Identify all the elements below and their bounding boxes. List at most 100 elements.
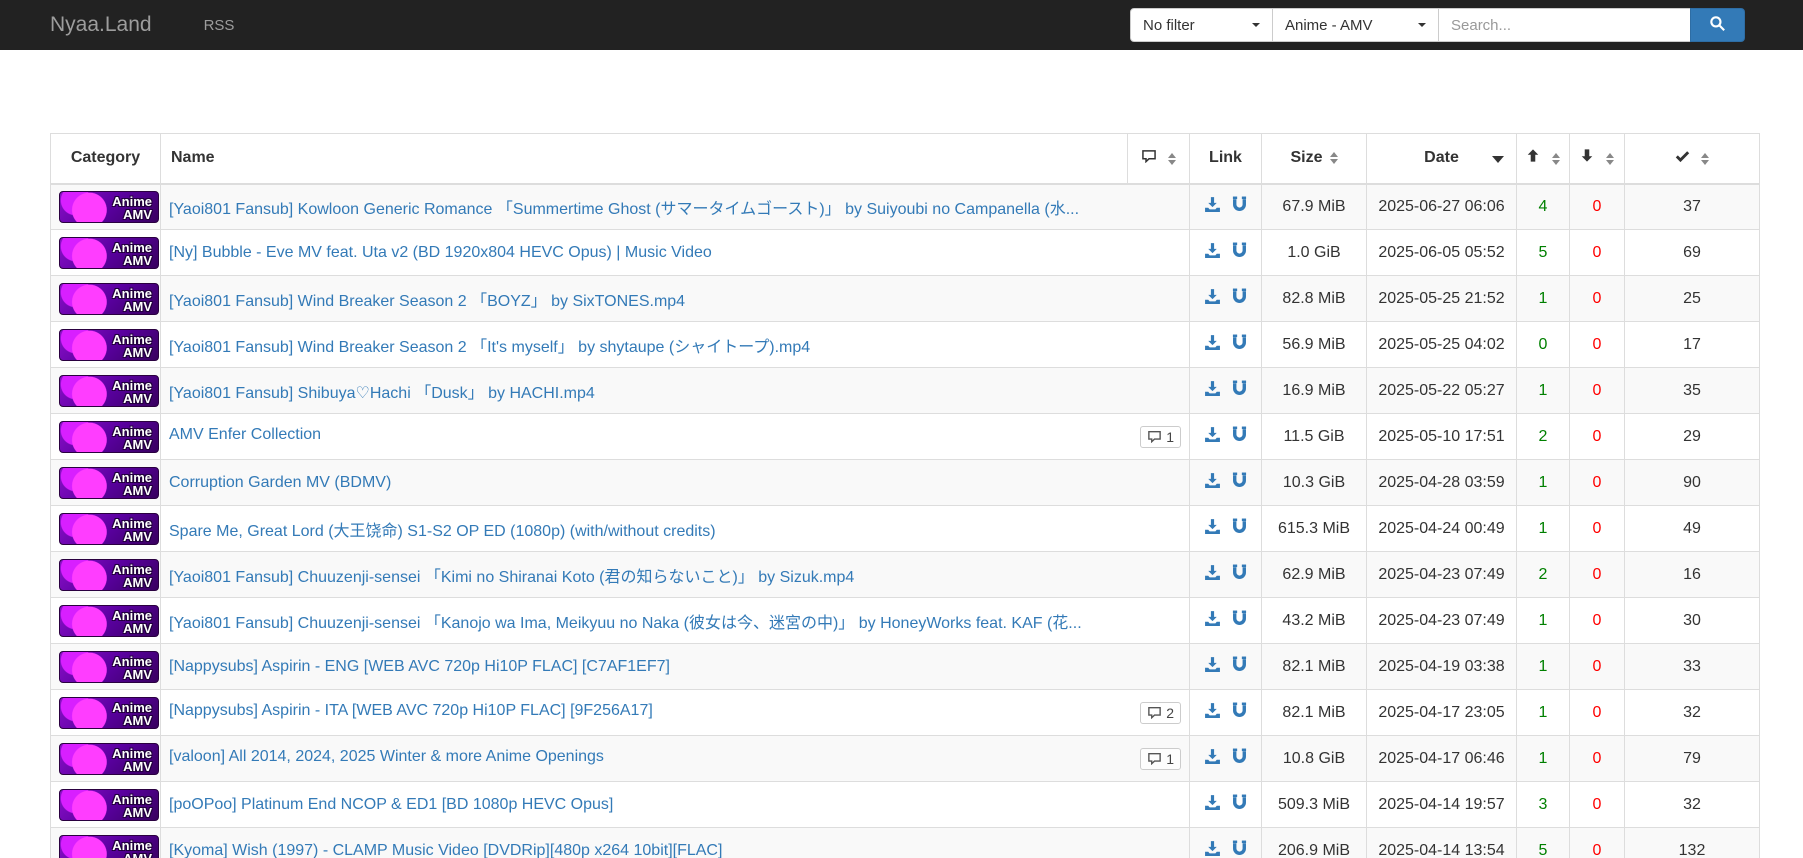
category-icon-anime-amv[interactable]: Anime AMV: [59, 190, 159, 223]
category-cell: Anime AMV: [50, 643, 161, 690]
torrent-table: Category Name Link Size Date Anime AMV […: [50, 133, 1760, 858]
comments-badge[interactable]: 1: [1140, 747, 1181, 770]
magnet-icon[interactable]: [1231, 656, 1248, 678]
date-cell: 2025-04-24 00:49: [1366, 505, 1517, 552]
magnet-icon[interactable]: [1231, 840, 1248, 858]
header-completed[interactable]: [1624, 133, 1760, 185]
torrent-name-link[interactable]: [Yaoi801 Fansub] Wind Breaker Season 2 「…: [169, 293, 685, 310]
check-icon: [1675, 150, 1694, 167]
magnet-icon[interactable]: [1231, 610, 1248, 632]
header-name[interactable]: Name: [160, 133, 1128, 185]
category-icon-anime-amv[interactable]: Anime AMV: [59, 420, 159, 453]
download-icon[interactable]: [1204, 518, 1221, 540]
download-icon[interactable]: [1204, 196, 1221, 218]
search-input[interactable]: [1438, 8, 1691, 42]
link-cell: [1189, 689, 1262, 736]
header-date[interactable]: Date: [1366, 133, 1517, 185]
header-category[interactable]: Category: [50, 133, 161, 185]
magnet-icon[interactable]: [1231, 472, 1248, 494]
download-icon[interactable]: [1204, 472, 1221, 494]
header-comments[interactable]: [1127, 133, 1190, 185]
download-icon[interactable]: [1204, 334, 1221, 356]
search-button[interactable]: [1690, 8, 1745, 42]
torrent-name-link[interactable]: [Yaoi801 Fansub] Chuuzenji-sensei 「Kanoj…: [169, 615, 1082, 632]
magnet-icon[interactable]: [1231, 380, 1248, 402]
category-icon-anime-amv[interactable]: Anime AMV: [59, 466, 159, 499]
header-link: Link: [1189, 133, 1262, 185]
download-icon[interactable]: [1204, 794, 1221, 816]
torrent-name-link[interactable]: Corruption Garden MV (BDMV): [169, 474, 391, 491]
link-cell: [1189, 229, 1262, 276]
magnet-icon[interactable]: [1231, 196, 1248, 218]
torrent-name-link[interactable]: [valoon] All 2014, 2024, 2025 Winter & m…: [169, 748, 604, 765]
download-icon[interactable]: [1204, 840, 1221, 858]
comments-badge[interactable]: 2: [1140, 701, 1181, 724]
magnet-icon[interactable]: [1231, 748, 1248, 770]
seeders-cell: 5: [1516, 229, 1570, 276]
torrent-name-link[interactable]: [Nappysubs] Aspirin - ITA [WEB AVC 720p …: [169, 702, 653, 719]
category-icon-anime-amv[interactable]: Anime AMV: [59, 512, 159, 545]
torrent-name-link[interactable]: [Yaoi801 Fansub] Wind Breaker Season 2 「…: [169, 339, 810, 356]
header-size[interactable]: Size: [1261, 133, 1367, 185]
download-icon[interactable]: [1204, 702, 1221, 724]
category-icon-anime-amv[interactable]: Anime AMV: [59, 236, 159, 269]
category-icon-anime-amv[interactable]: Anime AMV: [59, 650, 159, 683]
filter-select[interactable]: No filter: [1130, 8, 1273, 42]
link-cell: [1189, 413, 1262, 460]
nav-link-rss[interactable]: RSS: [204, 17, 235, 34]
magnet-icon[interactable]: [1231, 518, 1248, 540]
comments-badge[interactable]: 1: [1140, 425, 1181, 448]
download-icon[interactable]: [1204, 288, 1221, 310]
magnet-icon[interactable]: [1231, 288, 1248, 310]
download-icon[interactable]: [1204, 748, 1221, 770]
torrent-name-link[interactable]: [Yaoi801 Fansub] Chuuzenji-sensei 「Kimi …: [169, 569, 854, 586]
name-cell: 1 [valoon] All 2014, 2024, 2025 Winter & …: [160, 735, 1190, 782]
brand-link[interactable]: Nyaa.Land: [50, 13, 152, 37]
magnet-icon[interactable]: [1231, 426, 1248, 448]
category-icon-anime-amv[interactable]: Anime AMV: [59, 834, 159, 858]
completed-cell: 17: [1624, 321, 1760, 368]
name-cell: Spare Me, Great Lord (大王饶命) S1-S2 OP ED …: [160, 505, 1190, 552]
magnet-icon[interactable]: [1231, 334, 1248, 356]
leechers-cell: 0: [1569, 689, 1625, 736]
torrent-name-link[interactable]: [Kyoma] Wish (1997) - CLAMP Music Video …: [169, 842, 722, 858]
magnet-icon[interactable]: [1231, 242, 1248, 264]
category-select[interactable]: Anime - AMV: [1272, 8, 1439, 42]
category-cell: Anime AMV: [50, 413, 161, 460]
header-leechers[interactable]: [1569, 133, 1625, 185]
download-icon[interactable]: [1204, 564, 1221, 586]
name-cell: [Kyoma] Wish (1997) - CLAMP Music Video …: [160, 827, 1190, 858]
category-icon-anime-amv[interactable]: Anime AMV: [59, 742, 159, 775]
header-seeders[interactable]: [1516, 133, 1570, 185]
download-icon[interactable]: [1204, 656, 1221, 678]
download-icon[interactable]: [1204, 610, 1221, 632]
torrent-name-link[interactable]: [Yaoi801 Fansub] Kowloon Generic Romance…: [169, 201, 1079, 218]
category-cell: Anime AMV: [50, 735, 161, 782]
download-icon[interactable]: [1204, 242, 1221, 264]
torrent-name-link[interactable]: [Nappysubs] Aspirin - ENG [WEB AVC 720p …: [169, 658, 670, 675]
name-cell: [Yaoi801 Fansub] Shibuya♡Hachi 「Dusk」 by…: [160, 367, 1190, 414]
magnet-icon[interactable]: [1231, 702, 1248, 724]
table-row: Anime AMV [Yaoi801 Fansub] Kowloon Generic…: [50, 183, 1760, 230]
torrent-name-link[interactable]: AMV Enfer Collection: [169, 426, 321, 443]
category-icon-anime-amv[interactable]: Anime AMV: [59, 374, 159, 407]
category-cell: Anime AMV: [50, 183, 161, 230]
category-icon-anime-amv[interactable]: Anime AMV: [59, 328, 159, 361]
category-icon-anime-amv[interactable]: Anime AMV: [59, 696, 159, 729]
download-icon[interactable]: [1204, 426, 1221, 448]
download-icon[interactable]: [1204, 380, 1221, 402]
category-icon-anime-amv[interactable]: Anime AMV: [59, 558, 159, 591]
seeders-cell: 2: [1516, 413, 1570, 460]
torrent-name-link[interactable]: [poOPoo] Platinum End NCOP & ED1 [BD 108…: [169, 796, 613, 813]
table-row: Anime AMV [Yaoi801 Fansub] Wind Breaker Se…: [50, 275, 1760, 322]
seeders-cell: 1: [1516, 367, 1570, 414]
category-icon-anime-amv[interactable]: Anime AMV: [59, 282, 159, 315]
magnet-icon[interactable]: [1231, 794, 1248, 816]
magnet-icon[interactable]: [1231, 564, 1248, 586]
category-badge-label: Anime AMV: [112, 699, 152, 728]
category-icon-anime-amv[interactable]: Anime AMV: [59, 604, 159, 637]
torrent-name-link[interactable]: [Yaoi801 Fansub] Shibuya♡Hachi 「Dusk」 by…: [169, 385, 595, 402]
category-icon-anime-amv[interactable]: Anime AMV: [59, 788, 159, 821]
torrent-name-link[interactable]: Spare Me, Great Lord (大王饶命) S1-S2 OP ED …: [169, 523, 716, 540]
torrent-name-link[interactable]: [Ny] Bubble - Eve MV feat. Uta v2 (BD 19…: [169, 244, 712, 261]
